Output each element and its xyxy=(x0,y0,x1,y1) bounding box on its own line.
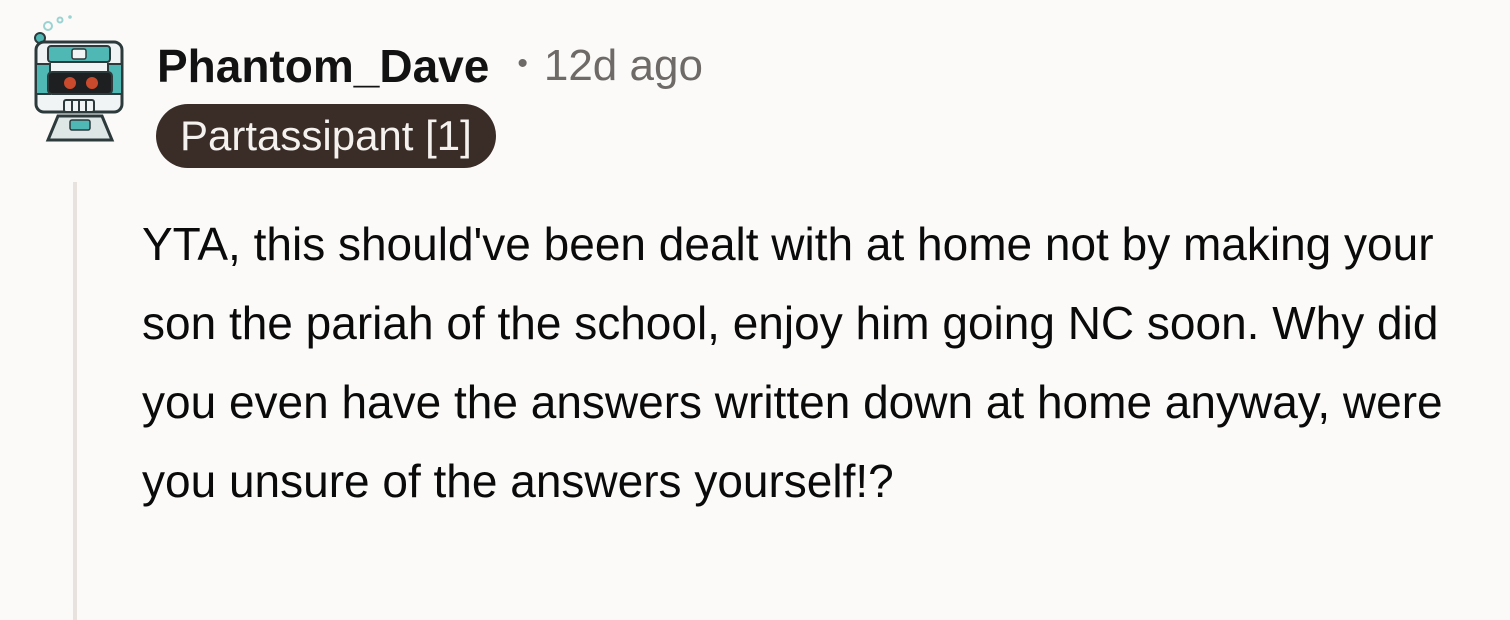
thread-line[interactable] xyxy=(73,182,77,620)
comment-body: YTA, this should've been dealt with at h… xyxy=(142,218,1443,507)
timestamp-link[interactable]: 12d ago xyxy=(544,41,703,91)
comment: Phantom_Dave • 12d ago Partassipant [1] … xyxy=(0,0,1510,620)
meta-separator: • xyxy=(517,47,528,80)
robot-avatar-icon[interactable] xyxy=(18,12,130,150)
username-link[interactable]: Phantom_Dave xyxy=(157,39,489,93)
user-flair-badge: Partassipant [1] xyxy=(156,104,496,168)
comment-header: Phantom_Dave • 12d ago xyxy=(157,36,703,96)
